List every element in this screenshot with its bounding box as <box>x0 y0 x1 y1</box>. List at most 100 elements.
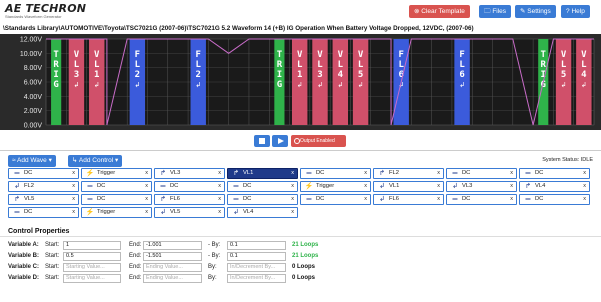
output-enabled-button[interactable]: Output Enabled <box>291 135 346 147</box>
loop-end-icon: ↲ <box>233 209 239 216</box>
sequence-tile[interactable]: ═ DC x <box>300 168 371 179</box>
segment-label-char: 1 <box>297 70 302 80</box>
sequence-tile[interactable]: ═ DC x <box>8 207 79 218</box>
trigger-icon: ⚡ <box>85 170 95 177</box>
close-icon[interactable]: x <box>145 169 148 178</box>
clear-template-label: Clear Template <box>421 8 465 15</box>
close-icon[interactable]: x <box>364 169 367 178</box>
sequence-tile[interactable]: ═ DC x <box>227 194 298 205</box>
sequence-tile[interactable]: ↱ VL5 x <box>8 194 79 205</box>
close-icon[interactable]: x <box>364 182 367 191</box>
end-field[interactable]: Ending Value... <box>143 273 202 283</box>
close-icon[interactable]: x <box>218 182 221 191</box>
start-label: Start: <box>45 242 60 248</box>
files-button[interactable]: 🗀 Files <box>479 5 512 18</box>
close-icon[interactable]: x <box>145 208 148 217</box>
sequence-tile[interactable]: ↱ VL1 x <box>227 168 298 179</box>
add-control-button[interactable]: ↳ Add Control ▾ <box>68 155 123 167</box>
close-icon[interactable]: x <box>72 169 75 178</box>
close-icon[interactable]: x <box>291 182 294 191</box>
close-icon[interactable]: x <box>218 208 221 217</box>
stop-button[interactable] <box>254 135 270 147</box>
settings-icon: ✎ <box>520 8 526 15</box>
dc-icon: ═ <box>14 209 20 216</box>
start-field[interactable]: Starting Value... <box>63 262 121 272</box>
end-field[interactable]: Ending Value... <box>143 262 202 272</box>
sequence-tile[interactable]: ↱ FL2 x <box>373 168 444 179</box>
close-icon[interactable]: x <box>510 169 513 178</box>
close-icon[interactable]: x <box>72 182 75 191</box>
loop-count: 0 Loops <box>292 275 316 281</box>
sequence-tile[interactable]: ═ DC x <box>300 194 371 205</box>
segment-label-char: F <box>459 50 464 60</box>
sequence-tile[interactable]: ↲ VL5 x <box>154 207 225 218</box>
dc-icon: ═ <box>452 196 458 203</box>
sequence-tile[interactable]: ⚡ Trigger x <box>81 168 152 179</box>
close-icon[interactable]: x <box>583 195 586 204</box>
y-tick-label: 0.00V <box>24 123 43 130</box>
by-field[interactable]: In/Decrement By... <box>227 273 286 283</box>
sequence-tile[interactable]: ↲ FL6 x <box>373 194 444 205</box>
sequence-tile[interactable]: ═ DC x <box>81 194 152 205</box>
sequence-tile[interactable]: ↱ FL6 x <box>154 194 225 205</box>
sequence-tile[interactable]: ═ DC x <box>446 168 517 179</box>
clear-template-button[interactable]: ⊗ Clear Template <box>409 5 470 18</box>
sequence-tile[interactable]: ═ DC x <box>519 168 590 179</box>
close-icon[interactable]: x <box>583 182 586 191</box>
add-wave-button[interactable]: ≈ Add Wave ▾ <box>8 155 56 167</box>
sequence-tile[interactable]: ↲ VL3 x <box>446 181 517 192</box>
start-field[interactable]: 1 <box>63 240 121 250</box>
close-icon[interactable]: x <box>145 195 148 204</box>
segment-label-char: 5 <box>561 70 566 80</box>
end-field[interactable]: -1.001 <box>143 240 202 250</box>
sequence-tile[interactable]: ↲ FL2 x <box>8 181 79 192</box>
sequence-tile[interactable]: ═ DC x <box>8 168 79 179</box>
close-icon[interactable]: x <box>437 182 440 191</box>
close-icon[interactable]: x <box>437 195 440 204</box>
status-value: IDLE <box>580 157 593 163</box>
dc-icon: ═ <box>306 196 312 203</box>
segment-label-char: L <box>581 60 587 70</box>
play-button[interactable] <box>272 135 288 147</box>
sequence-tile[interactable]: ↱ VL3 x <box>154 168 225 179</box>
sequence-tile[interactable]: ⚡ Trigger x <box>81 207 152 218</box>
help-button[interactable]: ? Help <box>561 5 590 18</box>
sequence-tile[interactable]: ═ DC x <box>154 181 225 192</box>
by-field[interactable]: 0.1 <box>227 240 286 250</box>
tile-label: DC <box>170 183 179 189</box>
settings-button[interactable]: ✎ Settings <box>515 5 556 18</box>
close-icon[interactable]: x <box>291 195 294 204</box>
variable-row: Variable A: Start: 1 End: -1.001 - By: 0.1 21 L… <box>8 240 598 250</box>
close-icon[interactable]: x <box>510 182 513 191</box>
close-icon[interactable]: x <box>218 195 221 204</box>
sequence-tile[interactable]: ↲ VL4 x <box>227 207 298 218</box>
close-icon[interactable]: x <box>510 195 513 204</box>
close-icon[interactable]: x <box>72 208 75 217</box>
loop-end-icon: ↲ <box>14 183 20 190</box>
loop-arrow-icon: ↲ <box>134 81 140 89</box>
sequence-tile[interactable]: ═ DC x <box>227 181 298 192</box>
close-icon[interactable]: x <box>145 182 148 191</box>
segment-label-char: G <box>277 80 282 90</box>
start-field[interactable]: 0.5 <box>63 251 121 261</box>
close-icon[interactable]: x <box>364 195 367 204</box>
by-field[interactable]: 0.1 <box>227 251 286 261</box>
sequence-tile[interactable]: ═ DC x <box>81 181 152 192</box>
close-icon[interactable]: x <box>291 208 294 217</box>
segment-label-char: 6 <box>459 70 464 80</box>
close-icon[interactable]: x <box>583 169 586 178</box>
sequence-tile[interactable]: ↱ VL4 x <box>519 181 590 192</box>
loop-arrow-icon: ↲ <box>561 81 567 89</box>
by-field[interactable]: In/Decrement By... <box>227 262 286 272</box>
close-icon[interactable]: x <box>218 169 221 178</box>
sequence-tile[interactable]: ⚡ Trigger x <box>300 181 371 192</box>
close-icon[interactable]: x <box>437 169 440 178</box>
sequence-tile[interactable]: ═ DC x <box>519 194 590 205</box>
end-field[interactable]: -1.501 <box>143 251 202 261</box>
close-icon[interactable]: x <box>72 195 75 204</box>
sequence-tile[interactable]: ═ DC x <box>446 194 517 205</box>
sequence-tile[interactable]: ↲ VL1 x <box>373 181 444 192</box>
close-icon[interactable]: x <box>291 169 294 178</box>
segment-label-char: V <box>338 50 344 60</box>
start-field[interactable]: Starting Value... <box>63 273 121 283</box>
